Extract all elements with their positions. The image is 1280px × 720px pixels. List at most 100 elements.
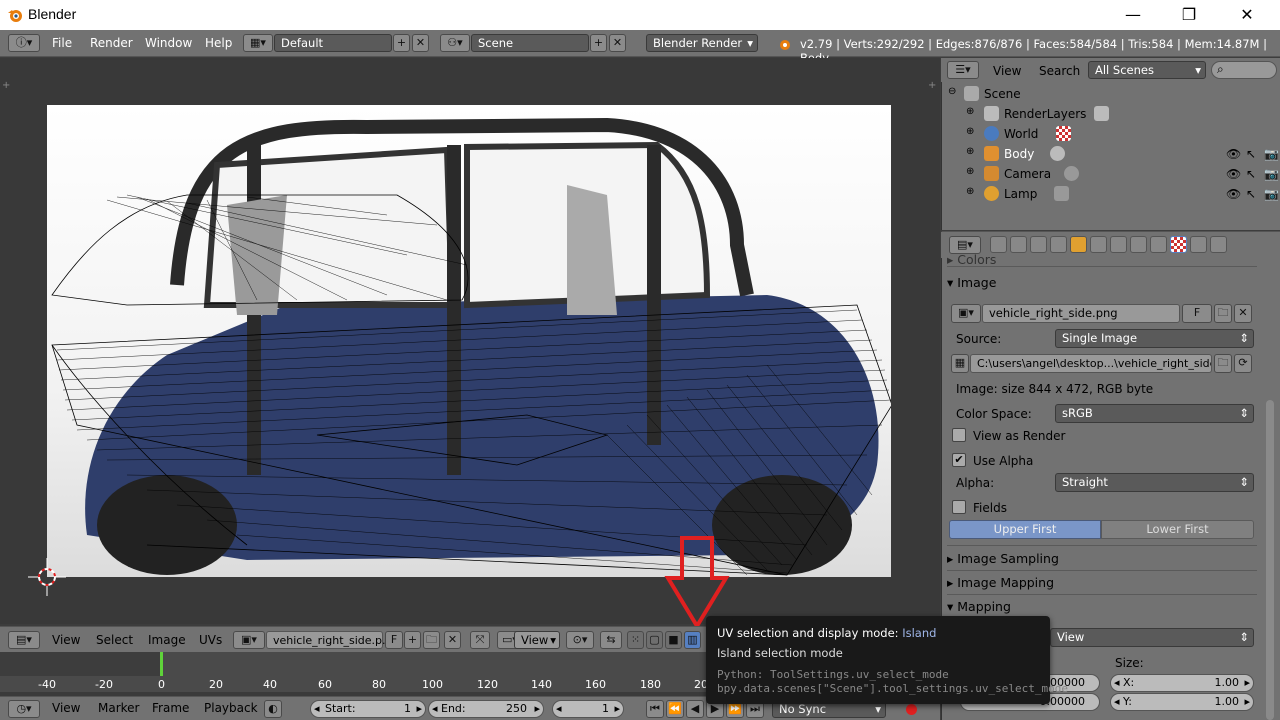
remove-scene-button[interactable]: ✕ [609, 34, 626, 52]
fields-checkbox[interactable] [952, 500, 966, 514]
renderable-camera-icon[interactable]: 📷 [1264, 187, 1279, 201]
uv-view-dropdown[interactable]: View ▾ [514, 631, 560, 649]
selectable-cursor-icon[interactable]: ↖ [1246, 187, 1256, 201]
menu-render[interactable]: Render [90, 36, 133, 50]
menu-window[interactable]: Window [145, 36, 192, 50]
browse-file-button[interactable]: 🗀 [1214, 354, 1232, 373]
add-layout-button[interactable]: + [393, 34, 410, 52]
timeline-menu-marker[interactable]: Marker [98, 701, 139, 715]
render-tab-icon[interactable] [990, 236, 1007, 253]
renderable-camera-icon[interactable]: 📷 [1264, 147, 1279, 161]
editor-type-icon[interactable]: ⓘ▾ [8, 34, 40, 52]
open-image-button[interactable]: 🗀 [1214, 304, 1232, 323]
expand-icon[interactable]: ⊕ [966, 146, 974, 157]
color-space-dropdown[interactable]: sRGB ⇕ [1055, 404, 1254, 423]
outliner-search-input[interactable]: ⌕ [1211, 61, 1277, 79]
vertex-select-icon[interactable]: ⁙ [627, 631, 644, 649]
texture-tab-icon[interactable] [1170, 236, 1187, 253]
uv-image-name-field[interactable]: vehicle_right_side.p... [266, 631, 393, 649]
scene-icon[interactable]: ⚇▾ [440, 34, 470, 52]
current-frame-marker[interactable] [160, 652, 163, 676]
lower-first-button[interactable]: Lower First [1101, 520, 1254, 539]
face-select-icon[interactable]: ■ [665, 631, 682, 649]
selectable-cursor-icon[interactable]: ↖ [1246, 167, 1256, 181]
outliner-row-body[interactable]: ⊕ Body 👁 ↖ 📷 [946, 144, 1280, 164]
region-plus-icon[interactable]: + [2, 80, 10, 91]
view-as-render-checkbox[interactable] [952, 428, 966, 442]
coordinates-dropdown[interactable]: View ⇕ [1050, 628, 1254, 647]
record-icon[interactable] [906, 704, 917, 715]
expand-icon[interactable]: ⊕ [966, 106, 974, 117]
uv-unlink-image-button[interactable]: ✕ [444, 631, 461, 649]
uv-editor-type-icon[interactable]: ▤▾ [8, 631, 40, 649]
visibility-eye-icon[interactable]: 👁 [1226, 167, 1241, 181]
fake-user-button[interactable]: F [1182, 304, 1212, 323]
colors-panel-header[interactable]: ▸ Colors [947, 252, 1257, 274]
reload-image-button[interactable]: ⟳ [1234, 354, 1252, 373]
uv-menu-uvs[interactable]: UVs [199, 633, 222, 647]
2d-cursor-icon[interactable] [28, 558, 66, 596]
add-scene-button[interactable]: + [590, 34, 607, 52]
image-browse-dropdown[interactable]: ▣▾ [951, 304, 981, 323]
use-alpha-checkbox[interactable]: ✔ [952, 453, 966, 467]
current-frame-field[interactable]: ◂ 1 ▸ [552, 700, 624, 718]
edge-select-icon[interactable]: ▢ [646, 631, 663, 649]
jump-start-icon[interactable]: ⏮ [646, 700, 664, 718]
visibility-eye-icon[interactable]: 👁 [1226, 147, 1241, 161]
image-name-field[interactable]: vehicle_right_side.png [982, 304, 1180, 323]
remove-layout-button[interactable]: ✕ [412, 34, 429, 52]
pin-icon[interactable]: ⤧ [470, 631, 490, 649]
expand-icon[interactable]: ⊕ [966, 126, 974, 137]
visibility-eye-icon[interactable]: 👁 [1226, 187, 1241, 201]
unlink-image-button[interactable]: ✕ [1234, 304, 1252, 323]
collapse-icon[interactable]: ⊖ [948, 86, 956, 97]
outliner-editor-type-icon[interactable]: ☰▾ [947, 61, 979, 79]
play-reverse-icon[interactable]: ◀ [686, 700, 704, 718]
outliner-display-filter[interactable]: All Scenes ▾ [1088, 61, 1206, 79]
data-tab-icon[interactable] [1130, 236, 1147, 253]
world-tab-icon[interactable] [1050, 236, 1067, 253]
render-layers-tab-icon[interactable] [1010, 236, 1027, 253]
outliner-row-renderlayers[interactable]: ⊕ RenderLayers [946, 104, 1280, 124]
outliner-menu-search[interactable]: Search [1039, 64, 1080, 78]
image-browse-icon[interactable]: ▣▾ [233, 631, 265, 649]
outliner-row-lamp[interactable]: ⊕ Lamp 👁 ↖ 📷 [946, 184, 1280, 204]
layout-name-field[interactable]: Default [274, 34, 392, 52]
expand-icon[interactable]: ⊕ [966, 186, 974, 197]
outliner-row-camera[interactable]: ⊕ Camera 👁 ↖ 📷 [946, 164, 1280, 184]
size-y-field[interactable]: ◂ Y: 1.00 ▸ [1110, 693, 1254, 711]
timeline-menu-frame[interactable]: Frame [152, 701, 189, 715]
expand-icon[interactable]: ⊕ [966, 166, 974, 177]
constraints-tab-icon[interactable] [1090, 236, 1107, 253]
maximize-button[interactable]: ❐ [1166, 0, 1212, 30]
minimize-button[interactable]: — [1110, 0, 1156, 30]
end-frame-field[interactable]: ◂ End: 250 ▸ [428, 700, 544, 718]
selectable-cursor-icon[interactable]: ↖ [1246, 147, 1256, 161]
upper-first-button[interactable]: Upper First [949, 520, 1101, 539]
particles-tab-icon[interactable] [1190, 236, 1207, 253]
renderable-camera-icon[interactable]: 📷 [1264, 167, 1279, 181]
uv-new-image-button[interactable]: + [404, 631, 421, 649]
object-tab-icon[interactable] [1070, 236, 1087, 253]
pivot-icon[interactable]: ⊙▾ [566, 631, 594, 649]
filepath-icon[interactable]: ▦ [951, 354, 969, 373]
sync-selection-icon[interactable]: ⇆ [600, 631, 622, 649]
outliner-row-world[interactable]: ⊕ World [946, 124, 1280, 144]
prev-keyframe-icon[interactable]: ⏪ [666, 700, 684, 718]
layout-icon[interactable]: ▦▾ [243, 34, 273, 52]
start-frame-field[interactable]: ◂ Start: 1 ▸ [310, 700, 426, 718]
size-x-field[interactable]: ◂ X: 1.00 ▸ [1110, 674, 1254, 692]
filepath-field[interactable]: C:\users\angel\desktop...\vehicle_right_… [970, 354, 1212, 373]
properties-scrollbar[interactable] [1266, 400, 1274, 720]
timeline-menu-playback[interactable]: Playback [204, 701, 258, 715]
outliner-menu-view[interactable]: View [993, 64, 1021, 78]
physics-tab-icon[interactable] [1210, 236, 1227, 253]
timeline-menu-view[interactable]: View [52, 701, 80, 715]
region-plus-icon[interactable]: + [928, 80, 936, 91]
menu-file[interactable]: File [52, 36, 72, 50]
uv-menu-select[interactable]: Select [96, 633, 133, 647]
source-dropdown[interactable]: Single Image ⇕ [1055, 329, 1254, 348]
uv-menu-image[interactable]: Image [148, 633, 186, 647]
modifiers-tab-icon[interactable] [1110, 236, 1127, 253]
alpha-mode-dropdown[interactable]: Straight ⇕ [1055, 473, 1254, 492]
